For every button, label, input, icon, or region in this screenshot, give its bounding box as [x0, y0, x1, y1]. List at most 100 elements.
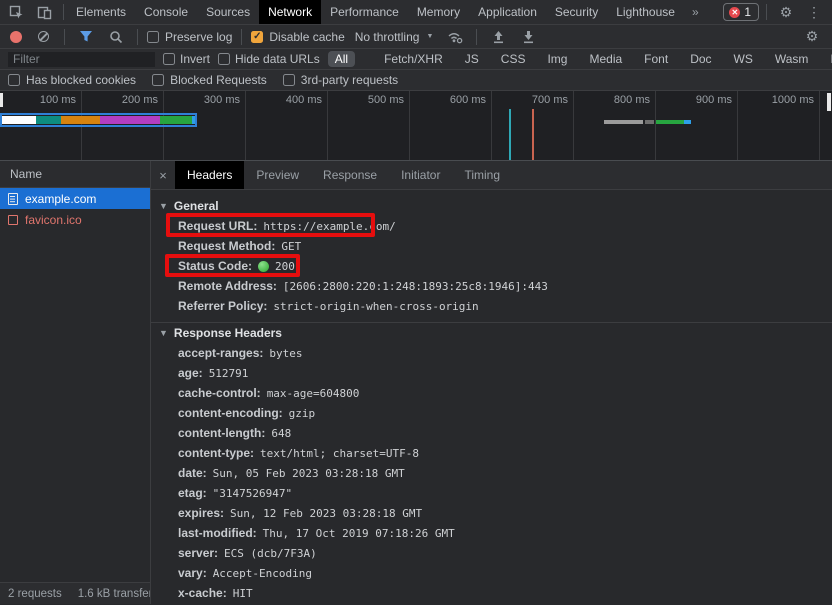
header-row-content-encoding: content-encoding:gzip	[151, 403, 832, 423]
network-summary-bar: 2 requests 1.6 kB transferred	[0, 582, 150, 604]
filter-type-media[interactable]: Media	[582, 51, 629, 67]
filter-type-wasm[interactable]: Wasm	[768, 51, 816, 67]
has-blocked-cookies-toggle[interactable]: Has blocked cookies	[8, 73, 136, 87]
filter-type-doc[interactable]: Doc	[683, 51, 718, 67]
header-row-request-method: Request Method: GET	[151, 236, 832, 256]
filter-input[interactable]	[8, 52, 155, 67]
blocked-requests-toggle[interactable]: Blocked Requests	[152, 73, 267, 87]
name-column-header[interactable]: Name	[0, 161, 150, 188]
header-row-age: age:512791	[151, 363, 832, 383]
divider	[63, 4, 64, 20]
overview-handle-right	[827, 93, 831, 111]
request-list-panel: Name example.com favicon.ico 2 requests …	[0, 161, 151, 604]
detail-tab-preview[interactable]: Preview	[244, 161, 311, 189]
hide-data-urls-toggle[interactable]: Hide data URLs	[218, 52, 320, 66]
header-row-x-cache: x-cache:HIT	[151, 583, 832, 603]
tab-memory[interactable]: Memory	[408, 0, 469, 24]
search-icon[interactable]	[104, 27, 128, 47]
disable-cache-checkbox[interactable]: ✓	[251, 31, 263, 43]
tab-sources[interactable]: Sources	[197, 0, 259, 24]
clear-icon[interactable]	[38, 31, 49, 42]
tick-400ms: 400 ms	[246, 91, 328, 160]
import-har-icon[interactable]	[486, 27, 510, 47]
segment-connect	[61, 116, 100, 124]
divider	[241, 29, 242, 45]
filter-funnel-icon[interactable]	[74, 27, 98, 47]
filter-type-all[interactable]: All	[328, 51, 355, 67]
device-toolbar-icon[interactable]	[32, 2, 56, 22]
tab-performance[interactable]: Performance	[321, 0, 408, 24]
favicon-waiting	[656, 120, 684, 124]
disable-cache-label: Disable cache	[269, 30, 344, 44]
third-party-requests-checkbox[interactable]	[283, 74, 295, 86]
detail-tab-response[interactable]: Response	[311, 161, 389, 189]
triangle-down-icon: ▼	[159, 328, 168, 338]
request-list-empty-space	[0, 230, 150, 582]
favicon-download	[684, 120, 691, 124]
response-headers-section-header[interactable]: ▼ Response Headers	[151, 323, 832, 343]
throttling-dropdown[interactable]: No throttling ▼	[351, 30, 438, 44]
favicon-stalled	[604, 120, 643, 124]
filter-type-font[interactable]: Font	[637, 51, 675, 67]
tab-application[interactable]: Application	[469, 0, 546, 24]
tab-lighthouse[interactable]: Lighthouse	[607, 0, 684, 24]
detail-tab-initiator[interactable]: Initiator	[389, 161, 452, 189]
invert-toggle[interactable]: Invert	[163, 52, 210, 66]
request-name: favicon.ico	[25, 213, 82, 227]
request-count: 2 requests	[8, 588, 62, 600]
inspect-element-icon[interactable]	[4, 2, 28, 22]
header-row-etag: etag:"3147526947"	[151, 483, 832, 503]
general-section-header[interactable]: ▼ General	[151, 196, 832, 216]
error-count: 1	[744, 5, 751, 19]
filter-type-fetch-xhr[interactable]: Fetch/XHR	[377, 51, 450, 67]
preserve-log-toggle[interactable]: Preserve log	[147, 30, 232, 44]
segment-waiting	[160, 116, 192, 124]
segment-dns	[36, 116, 61, 124]
load-event-line	[532, 109, 534, 161]
disable-cache-toggle[interactable]: ✓ Disable cache	[251, 30, 344, 44]
invert-checkbox[interactable]	[163, 53, 175, 65]
tab-security[interactable]: Security	[546, 0, 607, 24]
devtools-window: Elements Console Sources Network Perform…	[0, 0, 832, 605]
hide-data-urls-checkbox[interactable]	[218, 53, 230, 65]
network-conditions-icon[interactable]	[443, 27, 467, 47]
more-tabs-icon[interactable]: »	[684, 0, 707, 24]
filter-type-manifest[interactable]: Manifest	[823, 51, 832, 67]
filter-type-img[interactable]: Img	[540, 51, 574, 67]
network-settings-gear-icon[interactable]: ⚙	[800, 27, 824, 47]
preserve-log-checkbox[interactable]	[147, 31, 159, 43]
request-row-favicon-ico[interactable]: favicon.ico	[0, 209, 150, 230]
tab-elements[interactable]: Elements	[67, 0, 135, 24]
detail-tab-headers[interactable]: Headers	[175, 161, 244, 189]
header-row-content-type: content-type:text/html; charset=UTF-8	[151, 443, 832, 463]
divider	[476, 29, 477, 45]
filter-type-css[interactable]: CSS	[494, 51, 533, 67]
blocked-requests-checkbox[interactable]	[152, 74, 164, 86]
header-row-content-length: content-length:648	[151, 423, 832, 443]
kebab-menu-icon[interactable]: ⋮	[802, 2, 826, 22]
third-party-requests-label: 3rd-party requests	[301, 73, 398, 87]
document-icon	[8, 193, 18, 205]
dcl-event-line	[509, 109, 511, 161]
third-party-requests-toggle[interactable]: 3rd-party requests	[283, 73, 398, 87]
filter-type-js[interactable]: JS	[458, 51, 486, 67]
tick-500ms: 500 ms	[328, 91, 410, 160]
tick-900ms: 900 ms	[656, 91, 738, 160]
export-har-icon[interactable]	[516, 27, 540, 47]
tab-network[interactable]: Network	[259, 0, 321, 24]
tab-console[interactable]: Console	[135, 0, 197, 24]
devtools-tab-bar: Elements Console Sources Network Perform…	[0, 0, 832, 25]
settings-gear-icon[interactable]: ⚙	[774, 2, 798, 22]
filter-type-ws[interactable]: WS	[727, 51, 760, 67]
has-blocked-cookies-checkbox[interactable]	[8, 74, 20, 86]
triangle-down-icon: ▼	[159, 201, 168, 211]
error-count-badge[interactable]: ✕ 1	[723, 3, 759, 21]
record-button[interactable]	[10, 31, 22, 43]
detail-tab-timing[interactable]: Timing	[452, 161, 512, 189]
close-icon[interactable]: ×	[151, 161, 175, 189]
error-icon: ✕	[729, 7, 740, 18]
section-title: General	[174, 199, 219, 213]
invert-label: Invert	[180, 52, 210, 66]
request-row-example-com[interactable]: example.com	[0, 188, 150, 209]
network-overview-timeline[interactable]: 100 ms 200 ms 300 ms 400 ms 500 ms 600 m…	[0, 91, 832, 161]
